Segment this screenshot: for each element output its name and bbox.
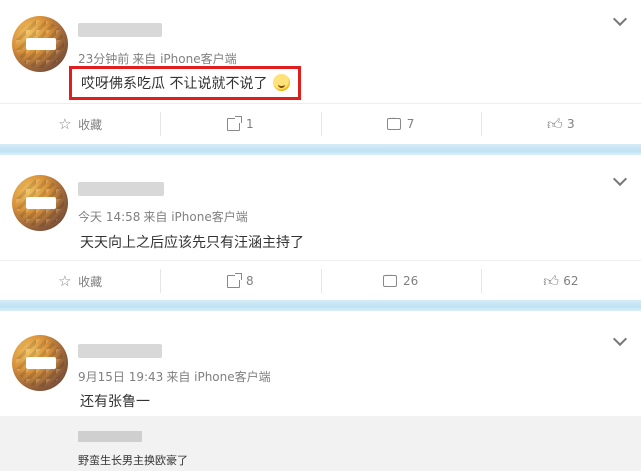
post-meta: 23分钟前 来自 iPhone客户端: [78, 50, 237, 67]
post-text: 哎呀佛系吃瓜 不让说就不说了: [81, 76, 268, 92]
post-source: 来自 iPhone客户端: [143, 210, 248, 224]
post-separator: [0, 144, 641, 155]
post-meta: 今天 14:58 来自 iPhone客户端: [78, 208, 248, 225]
post-source: 来自 iPhone客户端: [132, 52, 237, 66]
chevron-down-icon[interactable]: [612, 331, 628, 347]
post-time: 今天 14:58: [78, 210, 141, 224]
post-meta: 9月15日 19:43 来自 iPhone客户端: [78, 368, 271, 385]
comment-button[interactable]: 7: [320, 104, 481, 144]
favorite-label: 收藏: [78, 274, 103, 289]
thumbs-up-icon: 👍︎: [547, 115, 563, 133]
post-time: 23分钟前: [78, 52, 130, 66]
thumbs-up-icon: 👍︎: [543, 272, 559, 290]
like-count: 3: [567, 117, 575, 131]
forward-button[interactable]: 1: [160, 104, 320, 144]
post-text: 还有张鲁一: [80, 394, 150, 410]
post-text: 天天向上之后应该先只有汪涵主持了: [80, 235, 304, 251]
forward-count: 8: [246, 274, 254, 288]
comment-count: 26: [402, 274, 419, 288]
forward-icon: [227, 115, 243, 131]
favorite-label: 收藏: [78, 117, 103, 132]
star-icon: ☆: [58, 272, 72, 290]
avatar[interactable]: [12, 175, 68, 231]
username-blurred[interactable]: [78, 182, 164, 196]
favorite-button[interactable]: ☆ 收藏: [0, 261, 160, 301]
username-blurred[interactable]: [78, 344, 162, 358]
reply-username-blurred[interactable]: [78, 431, 142, 442]
action-bar: ☆ 收藏 8 26 👍︎ 62: [0, 260, 641, 301]
post-separator: [0, 300, 641, 311]
reply-preview[interactable]: 野蛮生长男主换欧豪了: [0, 416, 641, 471]
post-1: 23分钟前来自 iPhone客户端 哎呀佛系吃瓜 不让说就不说了 ☆ 收藏 1 7…: [0, 0, 641, 144]
like-count: 62: [563, 274, 579, 288]
avatar[interactable]: [12, 335, 68, 391]
username-blurred[interactable]: [78, 23, 162, 37]
reply-text: 野蛮生长男主换欧豪了: [78, 454, 188, 467]
laughing-emoji-icon: [273, 74, 291, 91]
chevron-down-icon[interactable]: [612, 11, 628, 27]
post-2: 今天 14:58 来自 iPhone客户端 天天向上之后应该先只有汪涵主持了 ☆ 收…: [0, 155, 641, 300]
favorite-button[interactable]: ☆ 收藏: [0, 104, 160, 144]
star-icon: ☆: [58, 115, 72, 133]
forward-count: 1: [246, 117, 254, 131]
post-source: 来自 iPhone客户端: [166, 370, 271, 384]
forward-icon: [227, 272, 243, 288]
like-button[interactable]: 👍︎ 62: [480, 261, 641, 301]
chevron-down-icon[interactable]: [612, 171, 628, 187]
comment-count: 7: [406, 117, 415, 131]
comment-icon: [386, 114, 401, 130]
action-bar: ☆ 收藏 1 7 👍︎ 3: [0, 103, 641, 144]
avatar[interactable]: [12, 16, 68, 72]
forward-button[interactable]: 8: [160, 261, 320, 301]
comment-icon: [382, 271, 397, 287]
post-content: 哎呀佛系吃瓜 不让说就不说了: [69, 66, 302, 100]
post-time: 9月15日 19:43: [78, 370, 164, 384]
like-button[interactable]: 👍︎ 3: [480, 104, 641, 144]
comment-button[interactable]: 26: [320, 261, 481, 301]
